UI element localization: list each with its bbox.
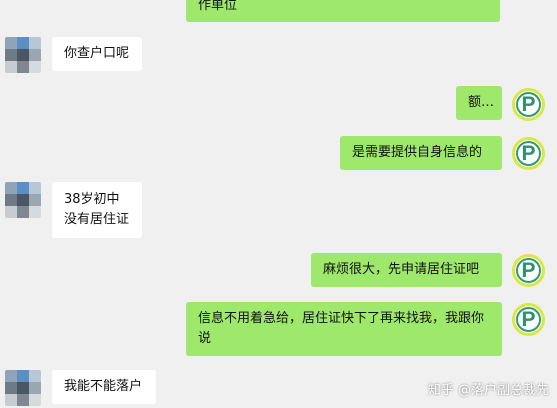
p-logo-icon[interactable]: P [512, 303, 545, 336]
chat-area: 作单位 你查户口呢 额… P 是需要提供自身信息的 P 38岁初中 没有居住证 … [0, 0, 557, 408]
outgoing-message-bubble[interactable]: 作单位 [186, 0, 500, 22]
outgoing-message-bubble[interactable]: 麻烦很大，先申请居住证吧 [311, 253, 502, 287]
avatar-letter: P [521, 308, 536, 331]
p-logo-icon[interactable]: P [512, 137, 545, 170]
p-logo-icon[interactable]: P [512, 254, 545, 287]
outgoing-message-bubble[interactable]: 是需要提供自身信息的 [340, 136, 502, 170]
contact-avatar[interactable] [5, 370, 41, 406]
p-logo-icon[interactable]: P [512, 88, 545, 121]
outgoing-message-bubble[interactable]: 信息不用着急给，居住证快下了再来找我，我跟你说 [186, 302, 502, 356]
contact-avatar[interactable] [5, 182, 41, 218]
avatar-letter: P [521, 93, 536, 116]
incoming-message-bubble[interactable]: 38岁初中 没有居住证 [52, 182, 142, 238]
incoming-message-bubble[interactable]: 我能不能落户 [52, 370, 156, 404]
avatar-letter: P [521, 259, 536, 282]
watermark: 知乎 @落户副总裁先 [427, 383, 549, 398]
incoming-message-bubble[interactable]: 你查户口呢 [52, 37, 142, 71]
avatar-letter: P [521, 142, 536, 165]
outgoing-message-bubble[interactable]: 额… [456, 86, 502, 120]
contact-avatar[interactable] [5, 37, 41, 73]
